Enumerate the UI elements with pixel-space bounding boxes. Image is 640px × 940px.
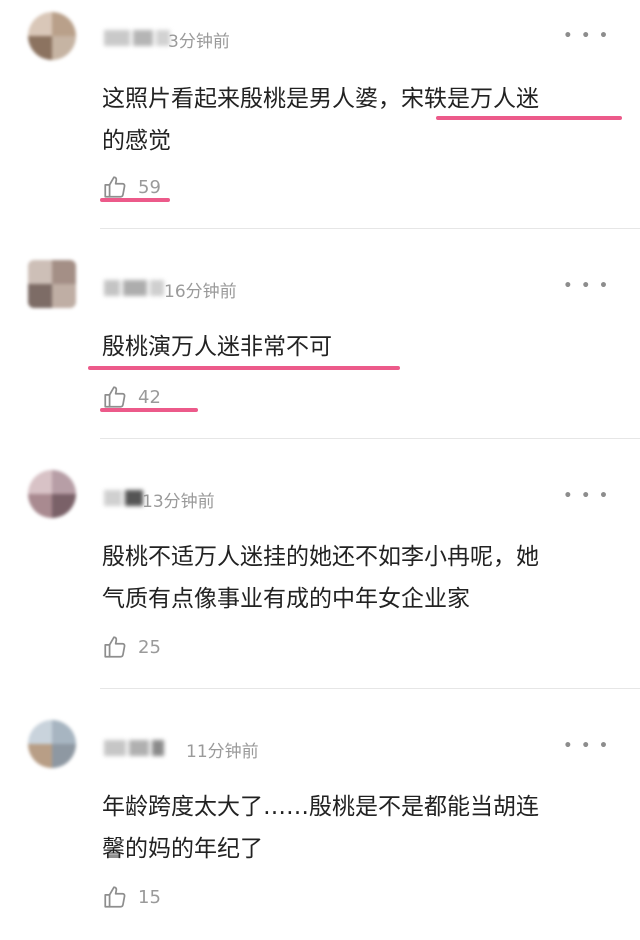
highlight-underline	[436, 116, 622, 120]
comment-text: 年龄跨度太大了……殷桃是不是都能当胡连 馨的妈的年纪了	[102, 786, 614, 870]
highlight-underline	[100, 198, 170, 202]
comment-text: 殷桃演万人迷非常不可	[102, 334, 332, 360]
comment-text-line: 年龄跨度太大了……殷桃是不是都能当胡连	[102, 794, 539, 820]
comment-time: 11分钟前	[186, 742, 259, 762]
comment-text-line: 殷桃不适万人迷挂的她还不如李小冉呢，她	[102, 544, 539, 570]
avatar[interactable]	[28, 260, 76, 308]
username[interactable]	[104, 278, 167, 298]
comment-text-part-highlighted: 宋轶是万人迷	[401, 86, 539, 112]
comment-item: 16分钟前 • • • 殷桃演万人迷非常不可 42	[0, 230, 640, 440]
comment-text-line: 的感觉	[102, 128, 171, 154]
more-dots-icon[interactable]: • • •	[563, 488, 610, 504]
comment-item: 3分钟前 • • • 这照片看起来殷桃是男人婆，宋轶是万人迷 的感觉 59	[0, 0, 640, 230]
comment-item: 11分钟前 • • • 年龄跨度太大了……殷桃是不是都能当胡连 馨的妈的年纪了 …	[0, 690, 640, 940]
like-button[interactable]: 15	[102, 882, 161, 912]
highlight-underline	[100, 408, 198, 412]
more-dots-icon[interactable]: • • •	[563, 28, 610, 44]
more-dots-icon[interactable]: • • •	[563, 278, 610, 294]
comment-text: 这照片看起来殷桃是男人婆，宋轶是万人迷 的感觉	[102, 78, 614, 162]
username[interactable]	[104, 28, 173, 48]
comment-time: 13分钟前	[142, 492, 215, 512]
like-count: 59	[138, 176, 161, 198]
thumbs-up-icon	[104, 886, 126, 908]
comment-text-line: 馨的妈的年纪了	[102, 836, 263, 862]
more-dots-icon[interactable]: • • •	[563, 738, 610, 754]
thumbs-up-icon	[104, 636, 126, 658]
like-count: 25	[138, 636, 161, 658]
thumbs-up-icon	[104, 176, 126, 198]
comment-text-part: 这照片看起来殷桃是男人婆，	[102, 86, 401, 112]
avatar[interactable]	[28, 470, 76, 518]
divider	[100, 688, 640, 689]
thumbs-up-icon	[104, 386, 126, 408]
comment-time: 3分钟前	[168, 32, 230, 52]
comment-item: 13分钟前 • • • 殷桃不适万人迷挂的她还不如李小冉呢，她 气质有点像事业有…	[0, 440, 640, 690]
username[interactable]	[104, 488, 146, 508]
like-count: 42	[138, 386, 161, 408]
comment-time: 16分钟前	[164, 282, 237, 302]
divider	[100, 228, 640, 229]
like-button[interactable]: 25	[102, 632, 161, 662]
avatar[interactable]	[28, 12, 76, 60]
comment-text: 殷桃不适万人迷挂的她还不如李小冉呢，她 气质有点像事业有成的中年女企业家	[102, 536, 614, 620]
username[interactable]	[104, 738, 167, 758]
divider	[100, 438, 640, 439]
comment-text-line: 气质有点像事业有成的中年女企业家	[102, 586, 470, 612]
avatar[interactable]	[28, 720, 76, 768]
like-count: 15	[138, 886, 161, 908]
highlight-underline	[88, 366, 400, 370]
